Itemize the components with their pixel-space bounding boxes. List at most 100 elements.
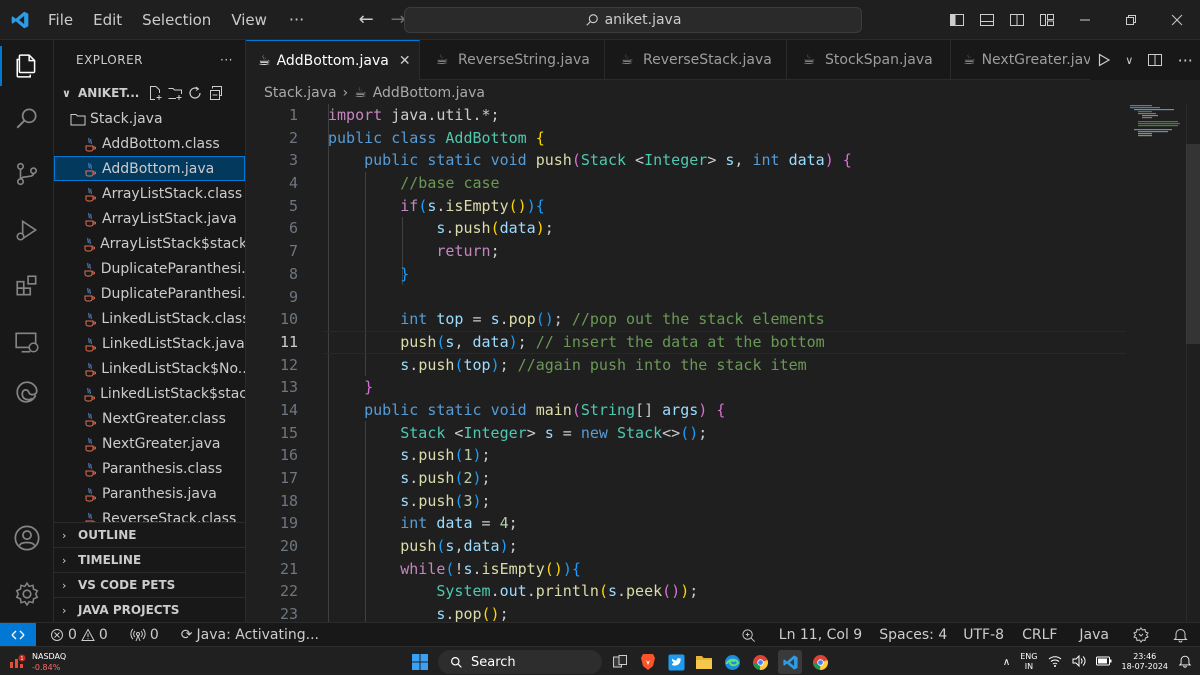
java-file-icon — [80, 211, 100, 227]
explorer-icon[interactable] — [0, 42, 54, 90]
customize-layout-icon[interactable] — [1032, 0, 1062, 40]
wifi-icon[interactable] — [1048, 655, 1062, 669]
section-java-projects[interactable]: › JAVA PROJECTS — [54, 597, 245, 622]
file-item[interactable]: AddBottom.class — [54, 131, 245, 156]
ports-status[interactable]: 0 — [122, 627, 167, 643]
section-timeline[interactable]: › TIMELINE — [54, 547, 245, 572]
menu-view[interactable]: View — [221, 0, 277, 40]
file-explorer-icon[interactable] — [694, 652, 714, 672]
brave-browser-icon[interactable] — [638, 652, 658, 672]
java-status[interactable]: ⟳ Java: Activating... — [173, 627, 327, 643]
title-bar: File Edit Selection View ··· ← → aniket.… — [0, 0, 1200, 40]
sync-icon: ⟳ — [180, 626, 193, 643]
chrome-browser-icon[interactable] — [750, 652, 770, 672]
toggle-panel-icon[interactable] — [972, 0, 1002, 40]
tab-reversestring[interactable]: ☕ ReverseString.java — [420, 40, 605, 80]
line-number: 2 — [288, 128, 298, 147]
language-mode[interactable]: Java — [1067, 627, 1121, 643]
twitter-app-icon[interactable] — [666, 652, 686, 672]
menu-selection[interactable]: Selection — [132, 0, 221, 40]
file-item[interactable]: ArrayListStack.java — [54, 206, 245, 231]
tab-addbottom[interactable]: ☕ AddBottom.java ✕ — [246, 40, 420, 80]
file-item-stack-java[interactable]: Stack.java — [54, 106, 245, 131]
chevron-up-icon[interactable]: ∧ — [1003, 657, 1010, 668]
file-item[interactable]: ArrayListStack.class — [54, 181, 245, 206]
eol-status[interactable]: CRLF — [1012, 627, 1067, 643]
clock[interactable]: 23:46 18-07-2024 — [1122, 652, 1169, 672]
search-icon[interactable] — [0, 94, 54, 142]
toggle-primary-sidebar-icon[interactable] — [942, 0, 972, 40]
new-file-icon[interactable] — [147, 85, 163, 101]
more-menu-button[interactable]: ··· — [277, 10, 316, 29]
tab-reversestack[interactable]: ☕ ReverseStack.java — [605, 40, 787, 80]
split-editor-icon[interactable] — [1147, 52, 1163, 68]
toggle-secondary-sidebar-icon[interactable] — [1002, 0, 1032, 40]
command-center-search[interactable]: aniket.java — [404, 7, 862, 33]
file-item[interactable]: ArrayListStack$stack... — [54, 231, 245, 256]
remote-indicator-button[interactable] — [0, 622, 36, 647]
run-play-icon[interactable] — [1097, 53, 1111, 67]
breadcrumb-folder[interactable]: Stack.java — [264, 85, 337, 101]
remote-explorer-icon[interactable] — [0, 318, 54, 366]
file-item[interactable]: DuplicateParanthesi... — [54, 281, 245, 306]
close-window-button[interactable] — [1154, 0, 1200, 40]
close-icon[interactable]: ✕ — [399, 53, 411, 69]
refresh-icon[interactable] — [187, 85, 203, 101]
problems-status[interactable]: 0 0 — [42, 627, 116, 643]
new-folder-icon[interactable] — [167, 85, 183, 101]
cursor-position[interactable]: Ln 11, Col 9 — [770, 627, 871, 643]
language-indicator[interactable]: ENG IN — [1020, 652, 1037, 672]
editor-more-button[interactable]: ··· — [1178, 51, 1193, 70]
file-item[interactable]: AddBottom.java — [54, 156, 245, 181]
notification-center-icon[interactable] — [1178, 654, 1192, 670]
minimap[interactable] — [1126, 104, 1186, 144]
edge-browser-icon[interactable] — [722, 652, 742, 672]
workspace-folder[interactable]: ∨ ANIKET... — [54, 80, 245, 106]
encoding-status[interactable]: UTF-8 — [955, 627, 1012, 643]
file-label: DuplicateParanthesi... — [100, 260, 245, 277]
file-item[interactable]: Paranthesis.java — [54, 481, 245, 506]
notifications-bell-icon[interactable] — [1161, 627, 1200, 643]
file-item[interactable]: LinkedListStack$stac... — [54, 381, 245, 406]
file-item[interactable]: NextGreater.java — [54, 431, 245, 456]
chrome-profile-icon[interactable] — [810, 652, 830, 672]
zoom-status[interactable] — [727, 628, 770, 643]
code-editor[interactable]: 1 import java.util.*; 2 public class AddBo… — [246, 104, 1126, 622]
battery-icon[interactable] — [1095, 656, 1112, 668]
task-view-icon[interactable] — [610, 652, 630, 672]
scrollbar-thumb[interactable] — [1186, 144, 1200, 344]
run-debug-icon[interactable] — [0, 206, 54, 254]
section-outline[interactable]: › OUTLINE — [54, 522, 245, 547]
restore-button[interactable] — [1108, 0, 1154, 40]
settings-gear-icon[interactable] — [0, 570, 54, 618]
source-control-icon[interactable] — [0, 150, 54, 198]
tab-label: ReverseString.java — [458, 52, 590, 68]
minimize-button[interactable] — [1062, 0, 1108, 40]
accounts-icon[interactable] — [0, 514, 54, 562]
menu-file[interactable]: File — [40, 0, 83, 40]
indentation-status[interactable]: Spaces: 4 — [871, 627, 955, 643]
section-vscode-pets[interactable]: › VS CODE PETS — [54, 572, 245, 597]
tab-nextgreater[interactable]: ☕ NextGreater.jav — [951, 40, 1090, 80]
java-settings-icon[interactable] — [1121, 627, 1161, 643]
tab-stockspan[interactable]: ☕ StockSpan.java — [787, 40, 951, 80]
file-item[interactable]: Paranthesis.class — [54, 456, 245, 481]
edge-tools-icon[interactable] — [0, 368, 54, 416]
breadcrumb-file[interactable]: AddBottom.java — [373, 85, 485, 101]
extensions-icon[interactable] — [0, 262, 54, 310]
explorer-more-button[interactable]: ··· — [220, 53, 233, 67]
file-item[interactable]: LinkedListStack$No... — [54, 356, 245, 381]
windows-start-icon[interactable] — [410, 652, 430, 672]
file-item[interactable]: LinkedListStack.class — [54, 306, 245, 331]
volume-icon[interactable] — [1072, 654, 1086, 669]
file-item[interactable]: NextGreater.class — [54, 406, 245, 431]
stock-widget[interactable]: 1 NASDAQ -0.84% — [8, 649, 66, 675]
menu-edit[interactable]: Edit — [83, 0, 132, 40]
taskbar-search[interactable]: Search — [438, 650, 602, 674]
file-item[interactable]: LinkedListStack.java — [54, 331, 245, 356]
back-arrow-icon[interactable]: ← — [350, 9, 382, 30]
vscode-taskbar-icon[interactable] — [778, 650, 802, 674]
run-dropdown-chevron-icon[interactable]: ∨ — [1125, 54, 1133, 67]
collapse-all-icon[interactable] — [207, 85, 223, 101]
file-item[interactable]: DuplicateParanthesi... — [54, 256, 245, 281]
